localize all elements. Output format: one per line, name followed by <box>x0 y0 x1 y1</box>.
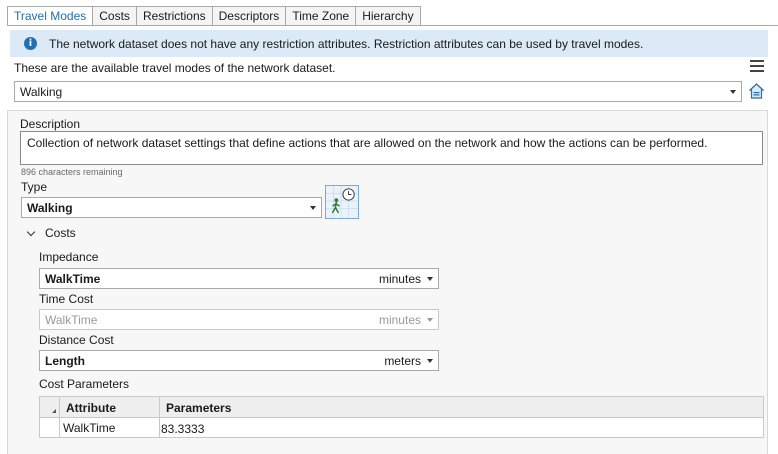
time-cost-select: WalkTime minutes <box>39 309 439 330</box>
type-value: Walking <box>27 200 73 215</box>
travel-mode-select[interactable]: Walking <box>14 81 742 102</box>
tab-hierarchy[interactable]: Hierarchy <box>356 6 421 25</box>
distance-cost-select[interactable]: Length meters <box>39 350 439 371</box>
chevron-down-icon <box>730 89 736 94</box>
costs-section-label: Costs <box>45 226 76 240</box>
type-select[interactable]: Walking <box>21 197 322 218</box>
time-cost-label: Time Cost <box>39 292 94 306</box>
travel-modes-page: Travel Modes Costs Restrictions Descript… <box>0 0 778 454</box>
chevron-down-icon <box>427 276 433 281</box>
chevron-down-icon <box>427 358 433 363</box>
info-banner: i The network dataset does not have any … <box>10 30 768 57</box>
column-header-parameters[interactable]: Parameters <box>166 401 231 415</box>
row-attribute: WalkTime <box>63 421 116 435</box>
distance-cost-label: Distance Cost <box>39 333 114 347</box>
walking-time-icon[interactable] <box>325 185 359 219</box>
description-field[interactable]: Collection of network dataset settings t… <box>20 131 763 165</box>
table-header: Attribute Parameters <box>40 397 763 418</box>
impedance-label: Impedance <box>39 250 99 264</box>
tab-restrictions[interactable]: Restrictions <box>136 6 213 25</box>
description-label: Description <box>20 117 81 131</box>
tab-time-zone[interactable]: Time Zone <box>286 6 357 25</box>
costs-section-toggle[interactable]: Costs <box>26 226 76 240</box>
impedance-select[interactable]: WalkTime minutes <box>39 268 439 289</box>
time-cost-value: WalkTime <box>45 312 98 327</box>
distance-cost-value: Length <box>45 353 85 368</box>
travel-modes-subtitle: These are the available travel modes of … <box>14 61 336 75</box>
chevron-down-icon <box>26 227 36 236</box>
tab-travel-modes[interactable]: Travel Modes <box>7 6 94 26</box>
chevron-down-icon <box>310 205 316 210</box>
info-icon: i <box>24 37 37 50</box>
tab-strip: Travel Modes Costs Restrictions Descript… <box>7 6 421 26</box>
distance-cost-unit: meters <box>384 353 421 368</box>
impedance-value: WalkTime <box>45 271 101 286</box>
home-icon[interactable] <box>749 83 764 99</box>
cost-parameters-label: Cost Parameters <box>39 377 130 391</box>
menu-icon[interactable] <box>750 60 764 72</box>
chevron-down-icon <box>427 317 433 322</box>
impedance-unit: minutes <box>378 271 421 286</box>
tab-divider <box>7 25 778 26</box>
tab-descriptors[interactable]: Descriptors <box>212 6 287 25</box>
travel-mode-value: Walking <box>20 84 63 99</box>
tab-costs[interactable]: Costs <box>93 6 137 25</box>
column-header-attribute[interactable]: Attribute <box>66 401 116 415</box>
sort-icon[interactable] <box>52 409 56 413</box>
time-cost-unit: minutes <box>378 312 421 327</box>
characters-remaining: 896 characters remaining <box>21 167 123 177</box>
type-label: Type <box>21 180 48 194</box>
row-parameters[interactable]: 83.3333 <box>161 422 204 436</box>
info-text: The network dataset does not have any re… <box>49 36 644 51</box>
cost-parameters-table: Attribute Parameters WalkTime 83.3333 <box>39 396 764 438</box>
